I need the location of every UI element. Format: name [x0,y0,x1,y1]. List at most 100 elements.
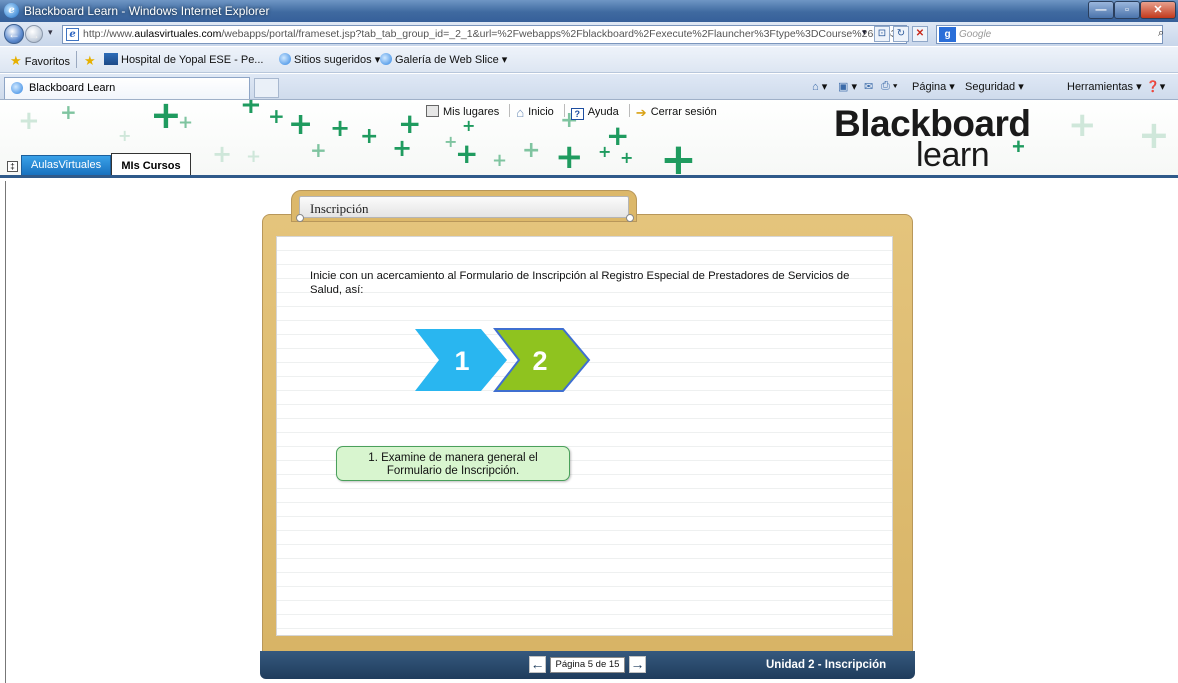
ie-logo-icon: e [4,3,19,18]
mail-icon[interactable]: ✉ [864,80,873,93]
logout-link[interactable]: ➔ Cerrar sesión [635,105,717,120]
stop-icon[interactable]: ✕ [912,26,928,42]
tab-aulas-virtuales[interactable]: AulasVirtuales [21,155,112,175]
step-2-chevron[interactable]: 2 [493,327,591,393]
step-2-label: 2 [532,346,547,376]
minimize-button[interactable]: — [1088,1,1114,19]
address-bar-input[interactable]: e http://www.aulasvirtuales.com/webapps/p… [62,25,907,44]
previous-page-button[interactable]: ← [529,656,546,673]
url-path: /webapps/portal/frameset.jsp?tab_tab_gro… [221,28,907,40]
callout-line-2: Formulario de Inscripción. [386,465,520,477]
favorite-link-webslice[interactable]: Galería de Web Slice ▾ [380,53,507,66]
add-star-icon: ★ [84,53,96,68]
link-divider [563,104,565,117]
decor-plus-icon: + [492,150,508,171]
next-page-button[interactable]: → [629,656,646,673]
decor-plus-icon: + [455,137,479,170]
feeds-icon[interactable]: ▣ ▾ [838,80,857,93]
decor-plus-icon: + [1138,113,1170,157]
decor-plus-icon: + [288,107,314,142]
home-icon[interactable]: ⌂ ▾ [812,80,827,93]
favorite-link-label: Galería de Web Slice ▾ [395,54,508,66]
decor-plus-icon: + [620,148,634,167]
decor-plus-icon: + [660,134,697,178]
link-divider [628,104,630,117]
tab-blackboard-learn[interactable]: Blackboard Learn [4,77,250,99]
logout-label: Cerrar sesión [650,106,717,118]
tools-menu[interactable]: Herramientas ▾ [1067,80,1142,93]
page-indicator: Página 5 de 15 [550,657,625,673]
hospital-favicon [104,53,118,65]
back-button[interactable]: ← [4,24,24,44]
unit-label: Unidad 2 - Inscripción [766,659,887,671]
search-placeholder: Google [959,29,992,40]
my-places-label: Mis lugares [443,106,500,118]
lesson-nav-bar: ← Página 5 de 15 → Unidad 2 - Inscripció… [260,651,915,679]
page-menu[interactable]: Página ▾ [912,80,955,93]
forward-button[interactable]: → [25,25,43,43]
help-menu-icon[interactable]: ❓▾ [1146,80,1165,93]
search-icon[interactable]: ⌕ [1158,27,1164,40]
favorite-link-suggested[interactable]: Sitios sugeridos ▾ [279,53,380,66]
intro-text: Inicie con un acercamiento al Formulario… [310,270,850,296]
my-places-link[interactable]: Mis lugares [426,105,500,118]
decor-plus-icon: + [1068,105,1097,145]
address-dropdown-icon[interactable]: ▾ [862,27,867,38]
decor-plus-icon: + [398,107,422,140]
page-icon: e [66,28,79,41]
logo-plus-icon: + [1012,134,1025,159]
new-tab-button[interactable] [254,78,279,98]
decor-plus-icon: + [212,140,233,168]
decor-plus-icon: + [606,119,630,152]
frame-divider [5,181,6,683]
favorite-link-hospital[interactable]: Hospital de Yopal ESE - Pe... [104,53,263,66]
decor-plus-icon: + [246,146,262,167]
decor-plus-icon: + [360,124,379,149]
decor-plus-icon: + [268,104,285,128]
history-dropdown-icon[interactable]: ▾ [48,27,53,38]
favorites-label: Favoritos [24,56,70,68]
decor-plus-icon: + [18,106,40,136]
decor-plus-icon: + [310,138,327,162]
home-label: Inicio [528,106,554,118]
favorites-bar: ★ Favoritos ★ Hospital de Yopal ESE - Pe… [0,47,1178,73]
step-callout: 1. Examine de manera general el Formular… [336,446,570,481]
compatibility-view-icon[interactable]: ⊡ [874,26,890,42]
decor-plus-icon: + [60,100,77,124]
learn-logo: learn [916,136,990,174]
decor-plus-icon: + [555,137,584,177]
callout-line-1: 1. Examine de manera general el [368,452,538,464]
favorite-link-label: Hospital de Yopal ESE - Pe... [121,54,264,66]
home-link[interactable]: ⌂ Inicio [516,105,554,120]
close-button[interactable]: ✕ [1140,1,1176,19]
url-domain: aulasvirtuales.com [134,28,222,40]
logout-icon: ➔ [635,105,647,120]
google-icon: g [939,27,956,42]
tab-bar: Blackboard Learn ⌂ ▾ ▣ ▾ ✉ ⎙ ▾ Página ▾ … [0,74,1178,100]
help-link[interactable]: ? Ayuda [570,106,619,120]
help-icon: ? [570,108,584,120]
add-favorite-icon[interactable]: ★ [84,53,96,69]
home-icon: ⌂ [516,105,525,120]
decor-plus-icon: + [118,126,132,145]
window-titlebar: e Blackboard Learn - Windows Internet Ex… [0,0,1178,22]
search-input[interactable]: g Google [936,25,1163,44]
folder-title: Inscripción [299,196,629,218]
decor-plus-icon: + [178,112,194,133]
refresh-icon[interactable]: ↻ [893,26,909,42]
print-icon[interactable]: ⎙ ▾ [881,80,898,93]
tab-label: Blackboard Learn [29,82,116,94]
tab-mis-cursos[interactable]: MIs Cursos [111,153,191,175]
collapse-icon[interactable]: ‡ [7,161,18,172]
decor-plus-icon: + [240,100,262,120]
favorite-link-label: Sitios sugeridos ▾ [294,54,381,66]
favorites-star-icon: ★ [10,53,22,68]
help-label: Ayuda [587,106,619,118]
url-prefix: http://www. [83,28,135,40]
safety-menu[interactable]: Seguridad ▾ [965,80,1024,93]
decor-plus-icon: + [330,114,351,142]
maximize-button[interactable]: ▫ [1114,1,1140,19]
favorites-button[interactable]: ★ Favoritos [10,53,70,69]
tab-favicon [11,82,23,94]
my-places-icon [426,105,439,117]
